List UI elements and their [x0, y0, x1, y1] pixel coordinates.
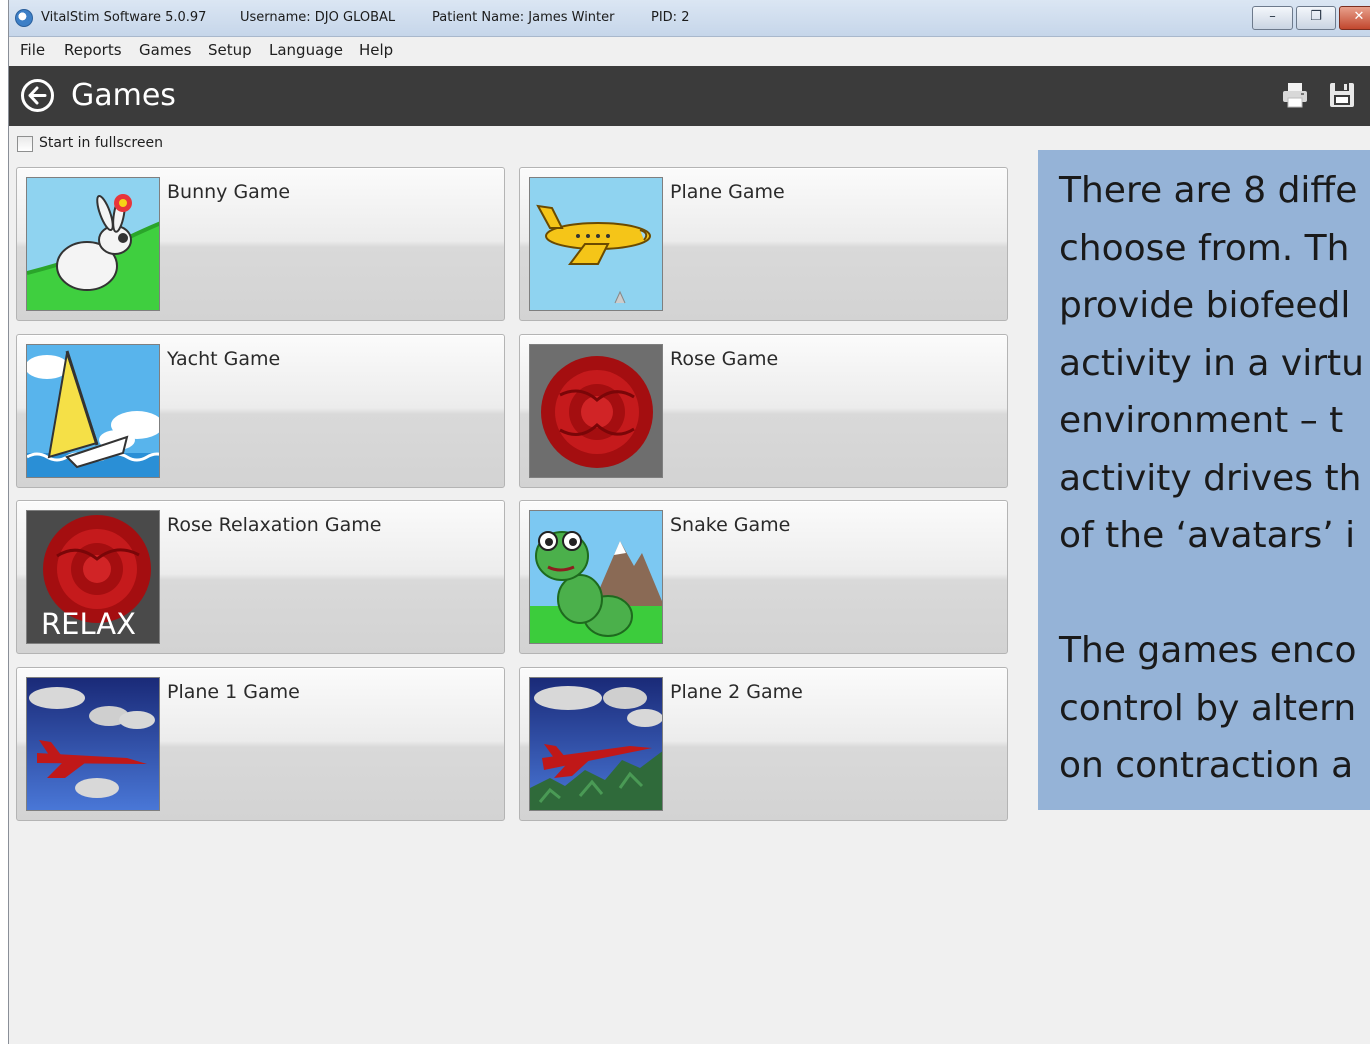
fullscreen-label[interactable]: Start in fullscreen [39, 135, 163, 151]
app-name: VitalStim Software 5.0.97 [41, 10, 207, 25]
game-tile-plane-2[interactable]: Plane 2 Game [519, 667, 1008, 821]
menu-games[interactable]: Games [139, 41, 191, 59]
relax-badge: RELAX [41, 607, 137, 641]
app-logo-icon [15, 9, 33, 27]
restore-button[interactable]: ❐ [1296, 6, 1336, 30]
printer-icon[interactable] [1280, 80, 1310, 110]
title-bar: VitalStim Software 5.0.97 Username: DJO … [9, 0, 1370, 37]
game-title: Plane Game [670, 181, 785, 203]
jet-terrain-thumbnail [529, 677, 663, 811]
username-label: Username: DJO GLOBAL [240, 10, 396, 25]
menu-help[interactable]: Help [359, 41, 393, 59]
yacht-thumbnail [26, 344, 160, 478]
game-title: Rose Game [670, 348, 779, 370]
back-arrow-icon[interactable] [21, 79, 54, 112]
fullscreen-checkbox[interactable] [17, 136, 33, 152]
game-tile-rose-relaxation[interactable]: RELAX Rose Relaxation Game [16, 500, 505, 654]
plane-thumbnail [529, 177, 663, 311]
info-callout: There are 8 diffe choose from. Th provid… [1038, 150, 1370, 810]
page-header: Games [9, 66, 1370, 126]
game-title: Plane 2 Game [670, 681, 803, 703]
game-title: Yacht Game [167, 348, 281, 370]
patient-name-label: Patient Name: James Winter [432, 10, 615, 25]
game-title: Bunny Game [167, 181, 291, 203]
info-paragraph: The games enco control by altern on cont… [1059, 630, 1357, 786]
game-tile-rose[interactable]: Rose Game [519, 334, 1008, 488]
patient-id-label: PID: 2 [651, 10, 690, 25]
app-window: VitalStim Software 5.0.97 Username: DJO … [8, 0, 1370, 1044]
close-icon: ✕ [1353, 9, 1365, 24]
game-title: Rose Relaxation Game [167, 514, 382, 536]
game-tile-plane[interactable]: Plane Game [519, 167, 1008, 321]
jet-thumbnail [26, 677, 160, 811]
menu-setup[interactable]: Setup [208, 41, 252, 59]
menu-reports[interactable]: Reports [64, 41, 122, 59]
floppy-disk-icon[interactable] [1327, 80, 1357, 110]
minimize-icon: – [1269, 9, 1276, 24]
menu-language[interactable]: Language [269, 41, 343, 59]
minimize-button[interactable]: – [1252, 6, 1293, 30]
close-button[interactable]: ✕ [1339, 6, 1370, 30]
info-paragraph: There are 8 diffe choose from. Th provid… [1059, 170, 1364, 556]
game-tile-yacht[interactable]: Yacht Game [16, 334, 505, 488]
page-title: Games [71, 78, 176, 113]
game-title: Snake Game [670, 514, 791, 536]
menu-bar: File Reports Games Setup Language Help [9, 37, 1370, 66]
rose-thumbnail [529, 344, 663, 478]
game-title: Plane 1 Game [167, 681, 300, 703]
menu-file[interactable]: File [20, 41, 45, 59]
game-tile-bunny[interactable]: Bunny Game [16, 167, 505, 321]
rose-relax-thumbnail: RELAX [26, 510, 160, 644]
game-tile-plane-1[interactable]: Plane 1 Game [16, 667, 505, 821]
snake-thumbnail [529, 510, 663, 644]
restore-icon: ❐ [1310, 9, 1322, 24]
bunny-thumbnail [26, 177, 160, 311]
game-tile-snake[interactable]: Snake Game [519, 500, 1008, 654]
